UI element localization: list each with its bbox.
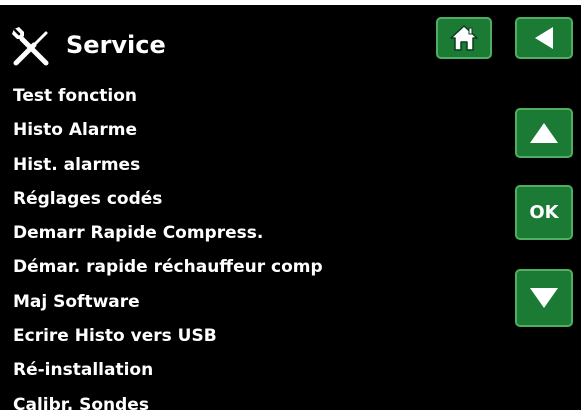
home-icon xyxy=(448,23,480,53)
menu-item-ecrire-histo-usb[interactable]: Ecrire Histo vers USB xyxy=(13,319,323,353)
menu-item-re-installation[interactable]: Ré-installation xyxy=(13,353,323,387)
menu-item-test-fonction[interactable]: Test fonction xyxy=(13,79,323,113)
page-title: Service xyxy=(66,31,166,59)
down-arrow-icon xyxy=(528,285,560,311)
menu-item-demarr-rapide-compress[interactable]: Demarr Rapide Compress. xyxy=(13,216,323,250)
menu-item-maj-software[interactable]: Maj Software xyxy=(13,285,323,319)
wrench-screwdriver-icon xyxy=(10,25,54,69)
up-arrow-icon xyxy=(528,120,560,146)
home-button[interactable] xyxy=(436,17,492,59)
menu-item-hist-alarmes[interactable]: Hist. alarmes xyxy=(13,148,323,182)
ok-label: OK xyxy=(529,202,559,223)
menu-item-calibr-sondes[interactable]: Calibr. Sondes xyxy=(13,388,323,410)
service-menu: Test fonction Histo Alarme Hist. alarmes… xyxy=(13,79,323,410)
back-button[interactable] xyxy=(515,17,573,59)
scroll-down-button[interactable] xyxy=(515,269,573,327)
menu-item-reglages-codes[interactable]: Réglages codés xyxy=(13,182,323,216)
scroll-up-button[interactable] xyxy=(515,108,573,158)
back-arrow-icon xyxy=(531,25,557,51)
menu-item-demar-rapide-rechauffeur[interactable]: Démar. rapide réchauffeur comp xyxy=(13,250,323,284)
service-screen: Service Test fonction Histo Alarme Hist.… xyxy=(0,5,581,410)
menu-item-histo-alarme[interactable]: Histo Alarme xyxy=(13,113,323,147)
ok-button[interactable]: OK xyxy=(515,185,573,240)
